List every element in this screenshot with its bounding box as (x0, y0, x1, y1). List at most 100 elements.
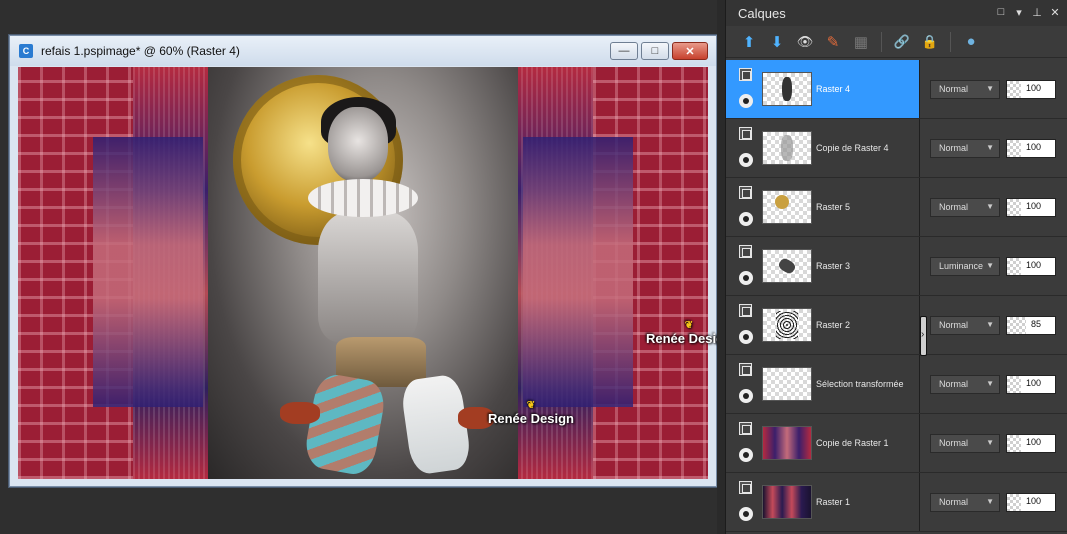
opacity-value: 100 (1025, 259, 1041, 270)
blend-mode-value: Normal (939, 497, 969, 507)
layer-name: Raster 1 (816, 497, 851, 507)
layer-visibility-eye-icon[interactable] (739, 389, 753, 403)
layer-row[interactable]: Raster 1 Normal ▼ 100 (726, 473, 1067, 532)
opacity-slider[interactable]: 100 (1006, 374, 1056, 394)
layer-item[interactable]: Raster 2 (726, 296, 920, 354)
shoe-left (280, 402, 320, 424)
merge-down-icon[interactable]: ⬇ (766, 31, 788, 53)
layer-row[interactable]: Raster 4 Normal ▼ 100 (726, 60, 1067, 119)
figure-ruffle-collar (308, 179, 418, 217)
layer-item[interactable]: Raster 1 (726, 473, 920, 531)
blend-ranges-icon[interactable]: ● (960, 31, 982, 53)
delete-layer-icon[interactable]: ▦ (850, 31, 872, 53)
layer-visibility-eye-icon[interactable] (739, 153, 753, 167)
watermark-renee-design: ❦ Renée Design (488, 400, 574, 426)
layer-group-icon[interactable] (739, 245, 752, 258)
image-canvas[interactable]: ❦ Renée Design (18, 67, 708, 479)
layers-list: Raster 4 Normal ▼ 100 Copie de Raster 4 … (726, 60, 1067, 532)
layer-name: Raster 5 (816, 202, 851, 212)
opacity-slider[interactable]: 100 (1006, 433, 1056, 453)
layer-thumbnail (762, 249, 812, 283)
opacity-value: 100 (1025, 141, 1041, 152)
layer-visibility-eye-icon[interactable] (739, 448, 753, 462)
blend-mode-value: Normal (939, 379, 969, 389)
minimize-button[interactable]: — (610, 42, 638, 60)
layer-item[interactable]: Raster 4 (726, 60, 920, 118)
blend-mode-select[interactable]: Normal ▼ (930, 433, 1000, 453)
close-button[interactable]: ✕ (672, 42, 708, 60)
layers-panel[interactable]: Calques □ ▾ ⊥ ✕ ⬆ ⬇ 👁 ✎ ▦ 🔗 🔒 ● Raster 4… (725, 0, 1067, 534)
layer-group-icon[interactable] (739, 186, 752, 199)
blend-mode-select[interactable]: Luminance ▼ (930, 256, 1000, 276)
layer-item[interactable]: Copie de Raster 4 (726, 119, 920, 177)
figure-torso (318, 212, 418, 342)
opacity-slider[interactable]: 100 (1006, 138, 1056, 158)
layer-visibility-eye-icon[interactable] (739, 271, 753, 285)
blend-mode-select[interactable]: Normal ▼ (930, 79, 1000, 99)
panel-controls: □ ▾ ⊥ ✕ (995, 6, 1061, 19)
layer-item[interactable]: Raster 3 (726, 237, 920, 295)
opacity-slider[interactable]: 100 (1006, 492, 1056, 512)
layer-group-icon[interactable] (739, 363, 752, 376)
layer-thumbnail (762, 367, 812, 401)
lock-layer-icon[interactable]: 🔒 (919, 31, 941, 53)
layer-visibility-eye-icon[interactable] (739, 507, 753, 521)
layer-row[interactable]: Raster 3 Luminance ▼ 100 (726, 237, 1067, 296)
blend-mode-select[interactable]: Normal ▼ (930, 138, 1000, 158)
pin-panel-icon[interactable]: ⊥ (1031, 6, 1043, 19)
layer-group-icon[interactable] (739, 304, 752, 317)
layer-row[interactable]: Sélection transformée Normal ▼ 100 (726, 355, 1067, 414)
layer-visibility-icon[interactable]: 👁 (794, 31, 816, 53)
opacity-slider[interactable]: 85 (1006, 315, 1056, 335)
layer-properties: Normal ▼ 100 (920, 433, 1067, 453)
chevron-down-icon: ▼ (986, 496, 994, 506)
layer-row[interactable]: Copie de Raster 4 Normal ▼ 100 (726, 119, 1067, 178)
opacity-value: 100 (1025, 200, 1041, 211)
layer-icons (726, 355, 758, 413)
layer-properties: Normal ▼ 100 (920, 79, 1067, 99)
toolbar-separator (881, 31, 882, 52)
layer-row[interactable]: Raster 5 Normal ▼ 100 (726, 178, 1067, 237)
layers-panel-header[interactable]: Calques □ ▾ ⊥ ✕ (726, 0, 1067, 26)
blend-mode-value: Luminance (939, 261, 984, 271)
layer-visibility-eye-icon[interactable] (739, 212, 753, 226)
opacity-value: 100 (1025, 436, 1041, 447)
layer-item[interactable]: Copie de Raster 1 (726, 414, 920, 472)
panel-splitter-handle[interactable] (920, 316, 927, 356)
layer-group-icon[interactable] (739, 68, 752, 81)
layer-item[interactable]: Sélection transformée (726, 355, 920, 413)
layer-group-icon[interactable] (739, 127, 752, 140)
chevron-down-icon: ▼ (986, 319, 994, 329)
opacity-value: 100 (1025, 377, 1041, 388)
layer-visibility-eye-icon[interactable] (739, 330, 753, 344)
opacity-slider[interactable]: 100 (1006, 79, 1056, 99)
document-titlebar[interactable]: C refais 1.pspimage* @ 60% (Raster 4) — … (10, 36, 716, 66)
opacity-slider[interactable]: 100 (1006, 256, 1056, 276)
close-panel-icon[interactable]: ✕ (1049, 6, 1061, 19)
blend-mode-value: Normal (939, 84, 969, 94)
layer-item[interactable]: Raster 5 (726, 178, 920, 236)
blend-mode-value: Normal (939, 202, 969, 212)
blend-mode-value: Normal (939, 320, 969, 330)
chevron-down-icon: ▼ (986, 142, 994, 152)
layer-group-icon[interactable] (739, 481, 752, 494)
blend-mode-select[interactable]: Normal ▼ (930, 492, 1000, 512)
layer-row[interactable]: Copie de Raster 1 Normal ▼ 100 (726, 414, 1067, 473)
layer-visibility-eye-icon[interactable] (739, 94, 753, 108)
edit-selection-icon[interactable]: ✎ (822, 31, 844, 53)
layer-row[interactable]: Raster 2 Normal ▼ 85 (726, 296, 1067, 355)
opacity-slider[interactable]: 100 (1006, 197, 1056, 217)
layer-properties: Luminance ▼ 100 (920, 256, 1067, 276)
layer-name: Copie de Raster 1 (816, 438, 889, 448)
restore-panel-icon[interactable]: □ (995, 6, 1007, 18)
panel-menu-icon[interactable]: ▾ (1013, 6, 1025, 19)
new-raster-layer-icon[interactable]: ⬆ (738, 31, 760, 53)
blend-mode-select[interactable]: Normal ▼ (930, 374, 1000, 394)
layer-group-icon[interactable] (739, 422, 752, 435)
link-layer-icon[interactable]: 🔗 (891, 31, 913, 53)
document-window[interactable]: C refais 1.pspimage* @ 60% (Raster 4) — … (9, 35, 717, 487)
blend-mode-select[interactable]: Normal ▼ (930, 197, 1000, 217)
maximize-button[interactable]: □ (641, 42, 669, 60)
layer-icons (726, 178, 758, 236)
blend-mode-select[interactable]: Normal ▼ (930, 315, 1000, 335)
